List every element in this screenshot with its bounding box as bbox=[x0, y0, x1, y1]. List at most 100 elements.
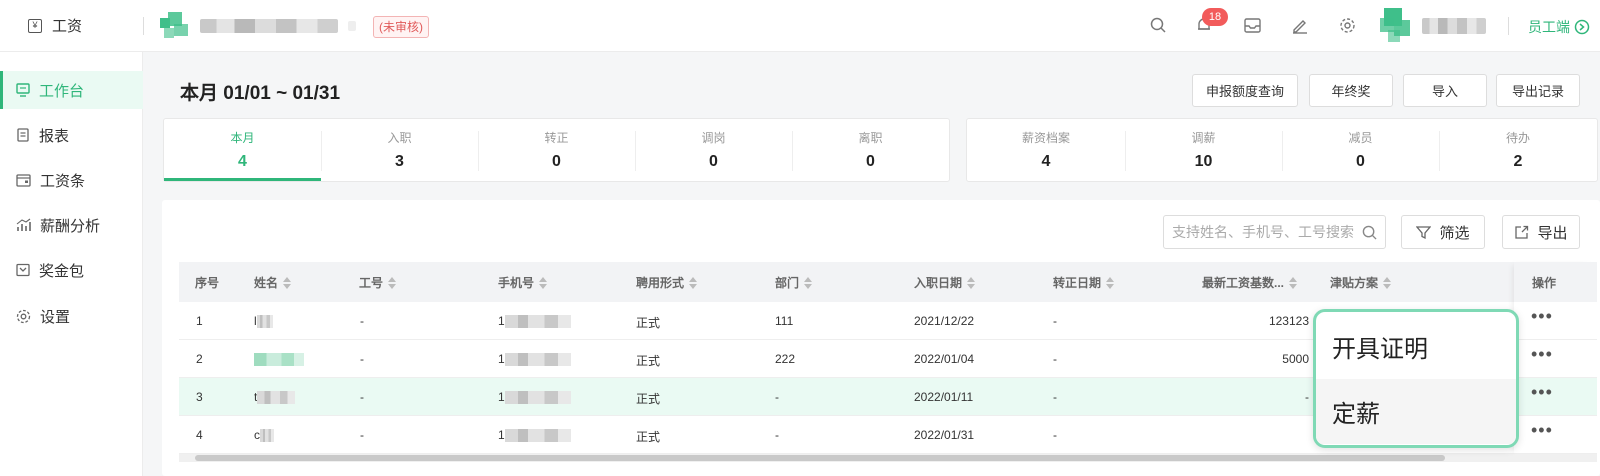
sidebar-item-compensation-analysis[interactable]: 薪酬分析 bbox=[0, 206, 143, 244]
sidebar-item-bonus-pool[interactable]: 奖金包 bbox=[0, 251, 143, 289]
stat-this-month[interactable]: 本月 4 bbox=[164, 119, 321, 181]
status-badge: (未审核) bbox=[373, 16, 429, 38]
stat-salary-archive[interactable]: 薪资档案 4 bbox=[967, 119, 1125, 181]
username-redacted bbox=[1422, 18, 1486, 34]
export-label: 导出 bbox=[1537, 224, 1568, 242]
sort-icon bbox=[283, 276, 292, 289]
cell-index: 1 bbox=[196, 314, 203, 328]
payroll-icon: ¥ bbox=[28, 18, 42, 33]
stat-value: 4 bbox=[1041, 153, 1051, 170]
issue-certificate-option[interactable]: 开具证明 bbox=[1316, 314, 1516, 379]
declaration-quota-button[interactable]: 申报额度查询 bbox=[1192, 74, 1298, 107]
wallet-icon bbox=[16, 174, 31, 187]
sidebar-item-settings[interactable]: 设置 bbox=[0, 297, 143, 335]
divider bbox=[143, 17, 144, 35]
stat-resignation[interactable]: 离职 0 bbox=[792, 119, 949, 181]
inbox-icon[interactable] bbox=[1241, 14, 1263, 36]
sort-icon bbox=[1106, 276, 1115, 289]
cell-job-no: - bbox=[360, 352, 364, 366]
stat-label: 转正 bbox=[544, 131, 569, 145]
import-button[interactable]: 导入 bbox=[1403, 74, 1487, 107]
stat-regularization[interactable]: 转正 0 bbox=[478, 119, 635, 181]
staff-portal-label: 员工端 bbox=[1528, 19, 1570, 35]
active-tab-indicator bbox=[164, 178, 321, 181]
export-button[interactable]: 导出 bbox=[1502, 215, 1580, 249]
cell-phone: 1 bbox=[498, 314, 571, 329]
cell-hire-date: 2022/01/31 bbox=[914, 428, 975, 442]
gear-icon bbox=[16, 309, 31, 323]
avatar[interactable] bbox=[1380, 8, 1414, 42]
stat-transfer[interactable]: 调岗 0 bbox=[635, 119, 792, 181]
column-header-regular-date[interactable]: 转正日期 bbox=[1053, 274, 1115, 291]
column-header-phone[interactable]: 手机号 bbox=[498, 274, 548, 291]
cell-employment-type: 正式 bbox=[636, 354, 661, 368]
stat-label: 待办 bbox=[1505, 131, 1530, 145]
horizontal-scrollbar[interactable] bbox=[179, 454, 1597, 462]
column-header-salary-base[interactable]: 最新工资基数... bbox=[1202, 274, 1298, 291]
search-placeholder: 支持姓名、手机号、工号搜索 bbox=[1172, 224, 1354, 240]
gift-box-icon bbox=[16, 263, 30, 277]
year-end-bonus-button[interactable]: 年终奖 bbox=[1309, 74, 1393, 107]
sort-icon bbox=[967, 276, 976, 289]
column-header-employment-type[interactable]: 聘用形式 bbox=[636, 274, 698, 291]
export-icon bbox=[1515, 225, 1529, 239]
stat-todo[interactable]: 待办 2 bbox=[1439, 119, 1597, 181]
stat-value: 4 bbox=[238, 153, 247, 170]
cell-job-no: - bbox=[360, 428, 364, 442]
search-icon bbox=[1362, 225, 1377, 240]
column-header-job-no[interactable]: 工号 bbox=[359, 274, 397, 291]
cell-job-no: - bbox=[360, 390, 364, 404]
sidebar-item-payslip[interactable]: 工资条 bbox=[0, 161, 143, 199]
filter-button[interactable]: 筛选 bbox=[1401, 215, 1485, 249]
cell-name[interactable]: t bbox=[254, 390, 296, 405]
sidebar: 工作台 报表 工资条 薪酬分析 奖金包 设置 bbox=[0, 52, 143, 476]
stat-label: 薪资档案 bbox=[1021, 131, 1070, 145]
stat-value: 0 bbox=[552, 153, 561, 170]
edit-icon[interactable] bbox=[1288, 14, 1310, 36]
export-records-button[interactable]: 导出记录 bbox=[1496, 74, 1580, 107]
cell-name[interactable]: l bbox=[254, 314, 273, 329]
cell-regular-date: - bbox=[1053, 390, 1057, 404]
table-header: 序号 姓名 工号 手机号 聘用形式 部门 入职日期 转正日期 最新工资基数...… bbox=[179, 262, 1597, 302]
stat-onboarding[interactable]: 入职 3 bbox=[321, 119, 478, 181]
sort-icon bbox=[804, 276, 813, 289]
cell-regular-date: - bbox=[1053, 428, 1057, 442]
cell-department: 111 bbox=[775, 314, 794, 328]
staff-portal-link[interactable]: 员工端 bbox=[1528, 17, 1590, 37]
search-icon[interactable] bbox=[1147, 14, 1169, 36]
sidebar-item-workbench[interactable]: 工作台 bbox=[0, 71, 143, 109]
cell-name[interactable]: c bbox=[254, 428, 274, 443]
cell-index: 4 bbox=[196, 428, 203, 442]
stats-panel-changes: 本月 4 入职 3 转正 0 调岗 0 离职 0 bbox=[163, 118, 950, 182]
stat-value: 0 bbox=[866, 153, 875, 170]
column-header-name[interactable]: 姓名 bbox=[254, 274, 292, 291]
column-header-hire-date[interactable]: 入职日期 bbox=[914, 274, 976, 291]
scrollbar-thumb[interactable] bbox=[195, 455, 1445, 461]
cell-index: 3 bbox=[196, 390, 203, 404]
stat-label: 减员 bbox=[1348, 131, 1373, 145]
column-header-department[interactable]: 部门 bbox=[775, 274, 813, 291]
monitor-icon bbox=[16, 83, 30, 97]
search-input[interactable]: 支持姓名、手机号、工号搜索 bbox=[1163, 215, 1386, 249]
set-salary-option[interactable]: 定薪 bbox=[1316, 379, 1516, 444]
arrow-circle-icon bbox=[1574, 19, 1590, 35]
stat-label: 入职 bbox=[387, 131, 412, 145]
cell-phone: 1 bbox=[498, 390, 571, 405]
fixed-column-shadow bbox=[1514, 262, 1597, 454]
cell-name[interactable] bbox=[254, 352, 304, 367]
sort-icon bbox=[1383, 276, 1392, 289]
sidebar-item-label: 奖金包 bbox=[39, 262, 85, 280]
stat-reduction[interactable]: 减员 0 bbox=[1282, 119, 1439, 181]
sidebar-item-reports[interactable]: 报表 bbox=[0, 116, 143, 154]
app-switcher[interactable]: ¥ 工资 bbox=[28, 15, 82, 36]
cell-phone: 1 bbox=[498, 352, 571, 367]
cell-employment-type: 正式 bbox=[636, 392, 661, 406]
sort-icon bbox=[1289, 276, 1298, 289]
app-label: 工资 bbox=[52, 18, 83, 35]
settings-icon[interactable] bbox=[1336, 14, 1358, 36]
column-header-allowance-plan[interactable]: 津贴方案 bbox=[1330, 274, 1392, 291]
top-bar: ¥ 工资 (未审核) 18 员工端 bbox=[0, 0, 1600, 52]
cell-salary-base: 123123 bbox=[1268, 314, 1309, 328]
cell-regular-date: - bbox=[1053, 314, 1057, 328]
stat-salary-adjustment[interactable]: 调薪 10 bbox=[1125, 119, 1282, 181]
